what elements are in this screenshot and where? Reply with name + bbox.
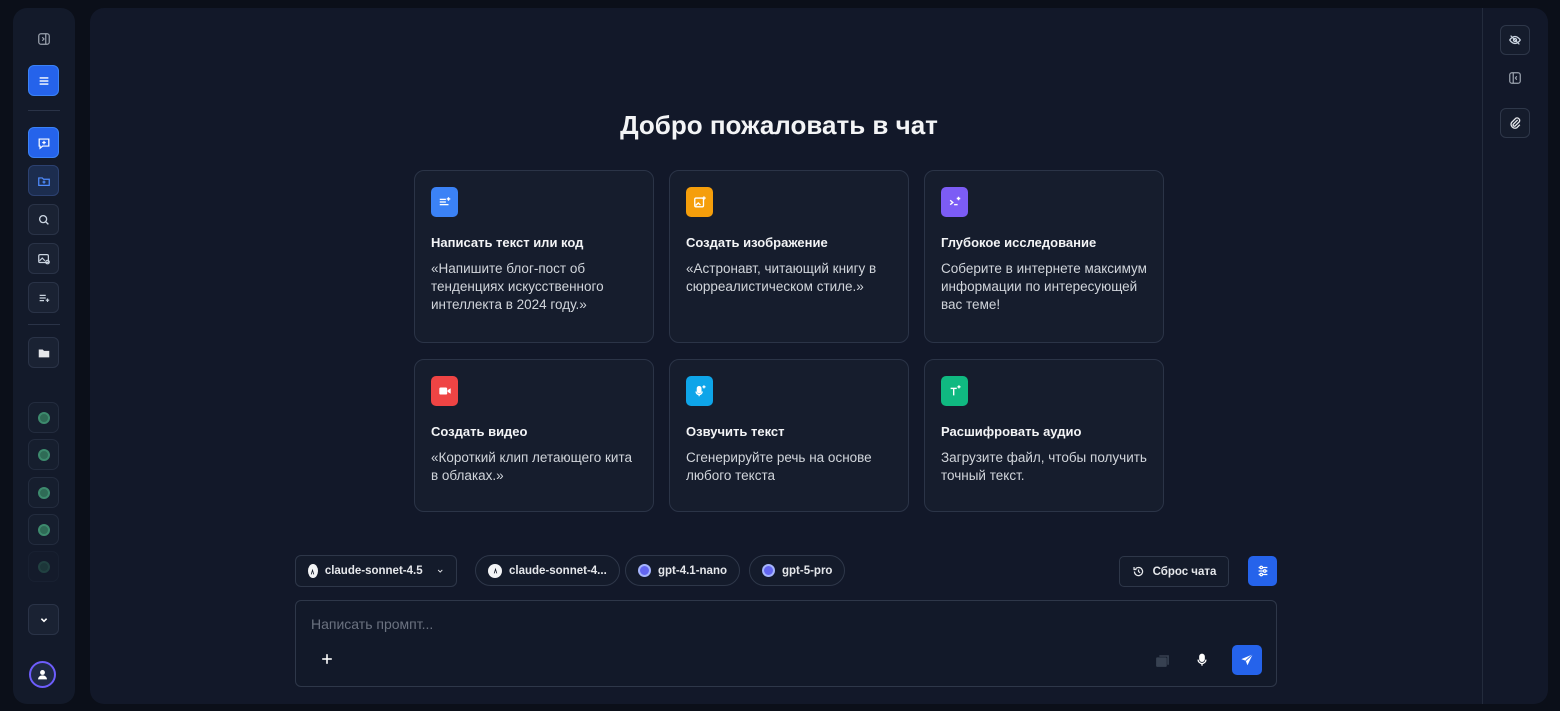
recent-chat-item[interactable]: [28, 439, 59, 470]
chat-status-dot: [37, 486, 50, 499]
expand-more-button[interactable]: [28, 604, 59, 635]
recent-chat-item[interactable]: [28, 514, 59, 545]
card-description: «Напишите блог-пост об тенденциях искусс…: [431, 261, 604, 312]
chat-status-dot: [37, 448, 50, 461]
card-title: Создать видео: [431, 424, 528, 439]
model-chip-label: claude-sonnet-4...: [509, 564, 607, 577]
model-chip-label: gpt-4.1-nano: [658, 564, 727, 577]
gallery-button[interactable]: [28, 243, 59, 274]
reset-chat-button[interactable]: Сброс чата: [1119, 556, 1229, 587]
anthropic-logo-icon: [488, 563, 502, 578]
card-transcribe-audio[interactable]: Расшифровать аудио Загрузите файл, чтобы…: [924, 359, 1164, 512]
toggle-sidebar-button[interactable]: [28, 23, 59, 54]
card-deep-research[interactable]: Глубокое исследование Соберите в интерне…: [924, 170, 1164, 343]
reset-chat-label: Сброс чата: [1152, 565, 1217, 578]
model-chip-label: gpt-5-pro: [782, 564, 833, 577]
hamburger-icon: [39, 76, 48, 85]
left-sidebar: [13, 8, 75, 704]
chat-status-dot: [37, 560, 50, 573]
card-title: Создать изображение: [686, 235, 828, 250]
card-description: «Астронавт, читающий книгу в сюрреалисти…: [686, 261, 877, 294]
text-t-icon: [941, 376, 968, 406]
prompt-box: [295, 600, 1277, 687]
folder-plus-icon: [37, 176, 50, 186]
model-select[interactable]: claude-sonnet-4.5: [295, 555, 457, 587]
card-description: Соберите в интернете максимум информации…: [941, 261, 1147, 312]
add-attachment-button[interactable]: [318, 650, 336, 668]
anthropic-logo-icon: [308, 564, 318, 578]
right-rail-divider: [1482, 8, 1483, 704]
settings-button[interactable]: [1248, 556, 1277, 586]
card-title: Написать текст или код: [431, 235, 584, 250]
chevron-down-icon: [40, 617, 47, 622]
microphone-button[interactable]: [1193, 651, 1211, 669]
search-button[interactable]: [28, 204, 59, 235]
card-description: Сгенерируйте речь на основе любого текст…: [686, 450, 872, 483]
microphone-icon: [1197, 653, 1207, 666]
eye-off-icon: [1509, 35, 1521, 45]
card-voice-text[interactable]: Озвучить текст Сгенерируйте речь на осно…: [669, 359, 909, 512]
model-select-label: claude-sonnet-4.5: [324, 565, 423, 577]
model-chip[interactable]: claude-sonnet-4...: [475, 555, 620, 586]
image-upload-button[interactable]: [1153, 651, 1171, 669]
chat-plus-icon: [38, 137, 49, 150]
chevron-down-icon: [437, 569, 443, 573]
paperclip-icon: [1510, 117, 1521, 129]
microphone-sparkle-icon: [686, 376, 713, 406]
send-button[interactable]: [1232, 645, 1262, 675]
plus-icon: [322, 654, 332, 664]
chat-status-dot: [37, 523, 50, 536]
panel-toggle-icon: [1509, 72, 1521, 84]
video-camera-icon: [431, 376, 458, 406]
image-stack-icon: [1155, 654, 1169, 667]
search-icon: [38, 214, 49, 225]
card-description: Загрузите файл, чтобы получить точный те…: [941, 450, 1147, 483]
card-title: Озвучить текст: [686, 424, 785, 439]
folder-button[interactable]: [28, 337, 59, 368]
image-gallery-icon: [37, 253, 50, 264]
model-chip[interactable]: gpt-5-pro: [749, 555, 846, 586]
card-title: Глубокое исследование: [941, 235, 1097, 250]
new-folder-button[interactable]: [28, 165, 59, 196]
card-write-text[interactable]: Написать текст или код «Напишите блог-по…: [414, 170, 654, 343]
card-create-image[interactable]: Создать изображение «Астронавт, читающий…: [669, 170, 909, 343]
sidebar-divider: [28, 324, 60, 325]
collapse-panel-button[interactable]: [1500, 63, 1530, 93]
sliders-icon: [1258, 565, 1267, 577]
card-title: Расшифровать аудио: [941, 424, 1082, 439]
chat-status-dot: [37, 411, 50, 424]
app: Добро пожаловать в чат Написать текст ил…: [0, 0, 1560, 711]
page-title: Добро пожаловать в чат: [620, 110, 938, 140]
card-create-video[interactable]: Создать видео «Короткий клип летающего к…: [414, 359, 654, 512]
text-sparkle-icon: [431, 187, 458, 217]
openai-logo-icon: [638, 564, 651, 577]
list-sparkle-icon: [39, 294, 49, 302]
prompt-input[interactable]: [311, 613, 1111, 635]
image-sparkle-icon: [686, 187, 713, 217]
main-panel: Добро пожаловать в чат Написать текст ил…: [90, 8, 1548, 704]
prompts-button[interactable]: [28, 282, 59, 313]
suggestion-cards: Написать текст или код «Напишите блог-по…: [414, 170, 1164, 512]
terminal-sparkle-icon: [941, 187, 968, 217]
recent-chat-item[interactable]: [28, 551, 59, 582]
sidebar-toggle-icon: [37, 32, 50, 45]
recent-chat-item[interactable]: [28, 477, 59, 508]
send-icon: [1241, 653, 1253, 666]
model-chip[interactable]: gpt-4.1-nano: [625, 555, 740, 586]
hide-button[interactable]: [1500, 25, 1530, 55]
openai-logo-icon: [762, 564, 775, 577]
sidebar-divider: [28, 110, 60, 111]
card-description: «Короткий клип летающего кита в облаках.…: [431, 450, 632, 483]
history-icon: [1132, 566, 1143, 577]
user-icon: [38, 670, 47, 680]
folder-icon: [38, 349, 49, 357]
new-chat-button[interactable]: [28, 127, 59, 158]
menu-button[interactable]: [28, 65, 59, 96]
avatar[interactable]: [29, 661, 56, 688]
attachments-button[interactable]: [1500, 108, 1530, 138]
recent-chat-item[interactable]: [28, 402, 59, 433]
